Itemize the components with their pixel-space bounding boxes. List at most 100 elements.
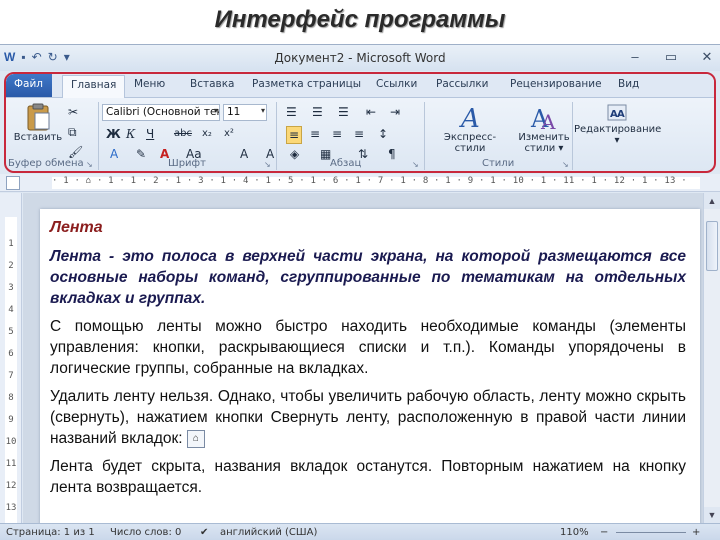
show-marks-icon[interactable]: ¶ (388, 146, 396, 162)
align-right-button[interactable]: ≡ (332, 126, 342, 142)
maximize-icon[interactable]: ▭ (664, 48, 678, 66)
align-left-button[interactable]: ≡ (286, 126, 303, 144)
ruler-number: 4 (8, 305, 14, 315)
horizontal-ruler: · 1 · ⌂ · 1 · 1 · 2 · 1 · 3 · 1 · 4 · 1 … (0, 174, 720, 192)
font-size-combo[interactable]: 11 ▾ (223, 104, 267, 121)
ruler-number: 13 (5, 503, 17, 513)
paragraph: Лента будет скрыта, названия вкладок ост… (50, 458, 686, 496)
ruler-marks: · 1 · ⌂ · 1 · 1 · 2 · 1 · 3 · 1 · 4 · 1 … (52, 176, 692, 186)
font-group-label: Шрифт (168, 158, 206, 169)
tab-insert[interactable]: Вставка (190, 78, 235, 90)
quick-styles-button[interactable]: A Экспресс-стили (430, 102, 510, 154)
tab-references[interactable]: Ссылки (376, 78, 417, 90)
tab-mailings[interactable]: Рассылки (436, 78, 488, 90)
word-window: W ▪ ↶ ↻ ▾ Документ2 - Microsoft Word – ▭… (0, 44, 720, 540)
ruler-number: 12 (5, 481, 17, 491)
minimize-icon[interactable]: – (628, 48, 642, 66)
editing-button[interactable]: A A Редактирование ▾ (574, 102, 661, 146)
paste-button[interactable]: Вставить (12, 102, 64, 143)
italic-button[interactable]: К (126, 126, 135, 142)
superscript-button[interactable]: x² (224, 126, 234, 142)
quick-styles-icon: A (459, 104, 480, 132)
shading-icon[interactable]: ◈ (290, 146, 299, 162)
tab-review[interactable]: Рецензирование (510, 78, 602, 90)
chevron-down-icon: ▾ (260, 106, 265, 115)
vertical-scrollbar[interactable]: ▲ ▼ (703, 193, 720, 523)
multilevel-icon[interactable]: ☰ (338, 104, 349, 120)
subscript-button[interactable]: x₂ (202, 126, 212, 142)
definition-paragraph: Лента - это полоса в верхней части экран… (50, 248, 686, 307)
zoom-slider[interactable] (616, 532, 686, 533)
zoom-level[interactable]: 110% (560, 527, 589, 538)
ruler-number: 6 (8, 349, 14, 359)
justify-button[interactable]: ≡ (354, 126, 364, 142)
document-text[interactable]: Лента Лента - это полоса в верхней части… (50, 217, 686, 505)
decrease-indent-icon[interactable]: ⇤ (366, 104, 376, 120)
change-styles-icon: A A (530, 105, 556, 132)
underline-button[interactable]: Ч (146, 126, 154, 142)
font-name-value: Calibri (Основной тек (106, 106, 220, 118)
separator (276, 102, 277, 170)
tab-menu[interactable]: Меню (134, 78, 165, 90)
document-heading: Лента (50, 219, 103, 236)
increase-indent-icon[interactable]: ⇥ (390, 104, 400, 120)
chevron-down-icon: ▾ (213, 106, 218, 115)
numbering-icon[interactable]: ☰ (312, 104, 323, 120)
ruler-number: 11 (5, 459, 17, 469)
language[interactable]: английский (США) (220, 527, 317, 538)
clipboard-launcher-icon[interactable]: ↘ (86, 160, 93, 169)
tab-selector-icon[interactable] (6, 176, 20, 190)
styles-launcher-icon[interactable]: ↘ (562, 160, 569, 169)
highlight-icon[interactable]: ✎ (136, 146, 146, 162)
line-spacing-icon[interactable]: ↕ (378, 126, 388, 142)
separator (572, 102, 573, 170)
ruler-number: 7 (8, 371, 14, 381)
strikethrough-button[interactable]: abc (174, 126, 192, 142)
find-icon: A A (607, 104, 627, 121)
slide-title: Интерфейс программы (214, 6, 506, 33)
paragraph-group-label: Абзац (330, 158, 362, 169)
ruler-number: 8 (8, 393, 14, 403)
change-styles-label-1: Изменить (518, 132, 570, 143)
window-controls: – ▭ ✕ (628, 48, 714, 66)
shrink-font-icon[interactable]: A (240, 146, 248, 162)
ruler-number: 1 (8, 239, 14, 249)
vertical-ruler: 1 2 3 4 5 6 7 8 9 10 11 12 13 (0, 193, 22, 540)
zoom-out-icon[interactable]: − (600, 527, 608, 538)
collapse-ribbon-icon: ⌂ (186, 429, 205, 448)
font-name-combo[interactable]: Calibri (Основной тек ▾ (102, 104, 220, 121)
tab-view[interactable]: Вид (618, 78, 639, 90)
scroll-thumb[interactable] (706, 221, 718, 271)
align-center-button[interactable]: ≡ (310, 126, 320, 142)
text-effects-icon[interactable]: A (110, 146, 118, 162)
change-styles-label-2: стили (524, 143, 556, 154)
page-count[interactable]: Страница: 1 из 1 (6, 527, 95, 538)
word-count[interactable]: Число слов: 0 (110, 527, 181, 538)
bold-button[interactable]: Ж (106, 126, 121, 142)
scroll-up-icon[interactable]: ▲ (704, 193, 720, 209)
tab-page-layout[interactable]: Разметка страницы (252, 78, 361, 90)
close-icon[interactable]: ✕ (700, 48, 714, 66)
ribbon-tabs: Файл Главная Меню Вставка Разметка стран… (6, 74, 714, 98)
ribbon: Файл Главная Меню Вставка Разметка стран… (4, 72, 716, 173)
copy-icon[interactable]: ⧉ (68, 124, 77, 140)
proofing-icon[interactable]: ✔ (200, 527, 208, 538)
paragraph-launcher-icon[interactable]: ↘ (412, 160, 419, 169)
paste-label: Вставить (13, 132, 63, 143)
change-styles-button[interactable]: A A Изменить стили ▾ (512, 102, 576, 154)
ruler-number: 9 (8, 415, 14, 425)
cut-icon[interactable]: ✂ (68, 104, 78, 120)
ruler-number: 2 (8, 261, 14, 271)
font-launcher-icon[interactable]: ↘ (264, 160, 271, 169)
tab-home[interactable]: Главная (62, 75, 126, 98)
vertical-ruler-marks: 1 2 3 4 5 6 7 8 9 10 11 12 13 (5, 233, 17, 519)
window-title: Документ2 - Microsoft Word (274, 51, 446, 65)
bullets-icon[interactable]: ☰ (286, 104, 297, 120)
zoom-in-icon[interactable]: + (692, 527, 700, 538)
styles-group-label: Стили (482, 158, 515, 169)
tab-file[interactable]: Файл (6, 74, 52, 97)
document-page[interactable]: Лента Лента - это полоса в верхней части… (40, 209, 700, 525)
svg-text:A: A (617, 109, 625, 120)
separator (98, 102, 99, 170)
scroll-down-icon[interactable]: ▼ (704, 507, 720, 523)
